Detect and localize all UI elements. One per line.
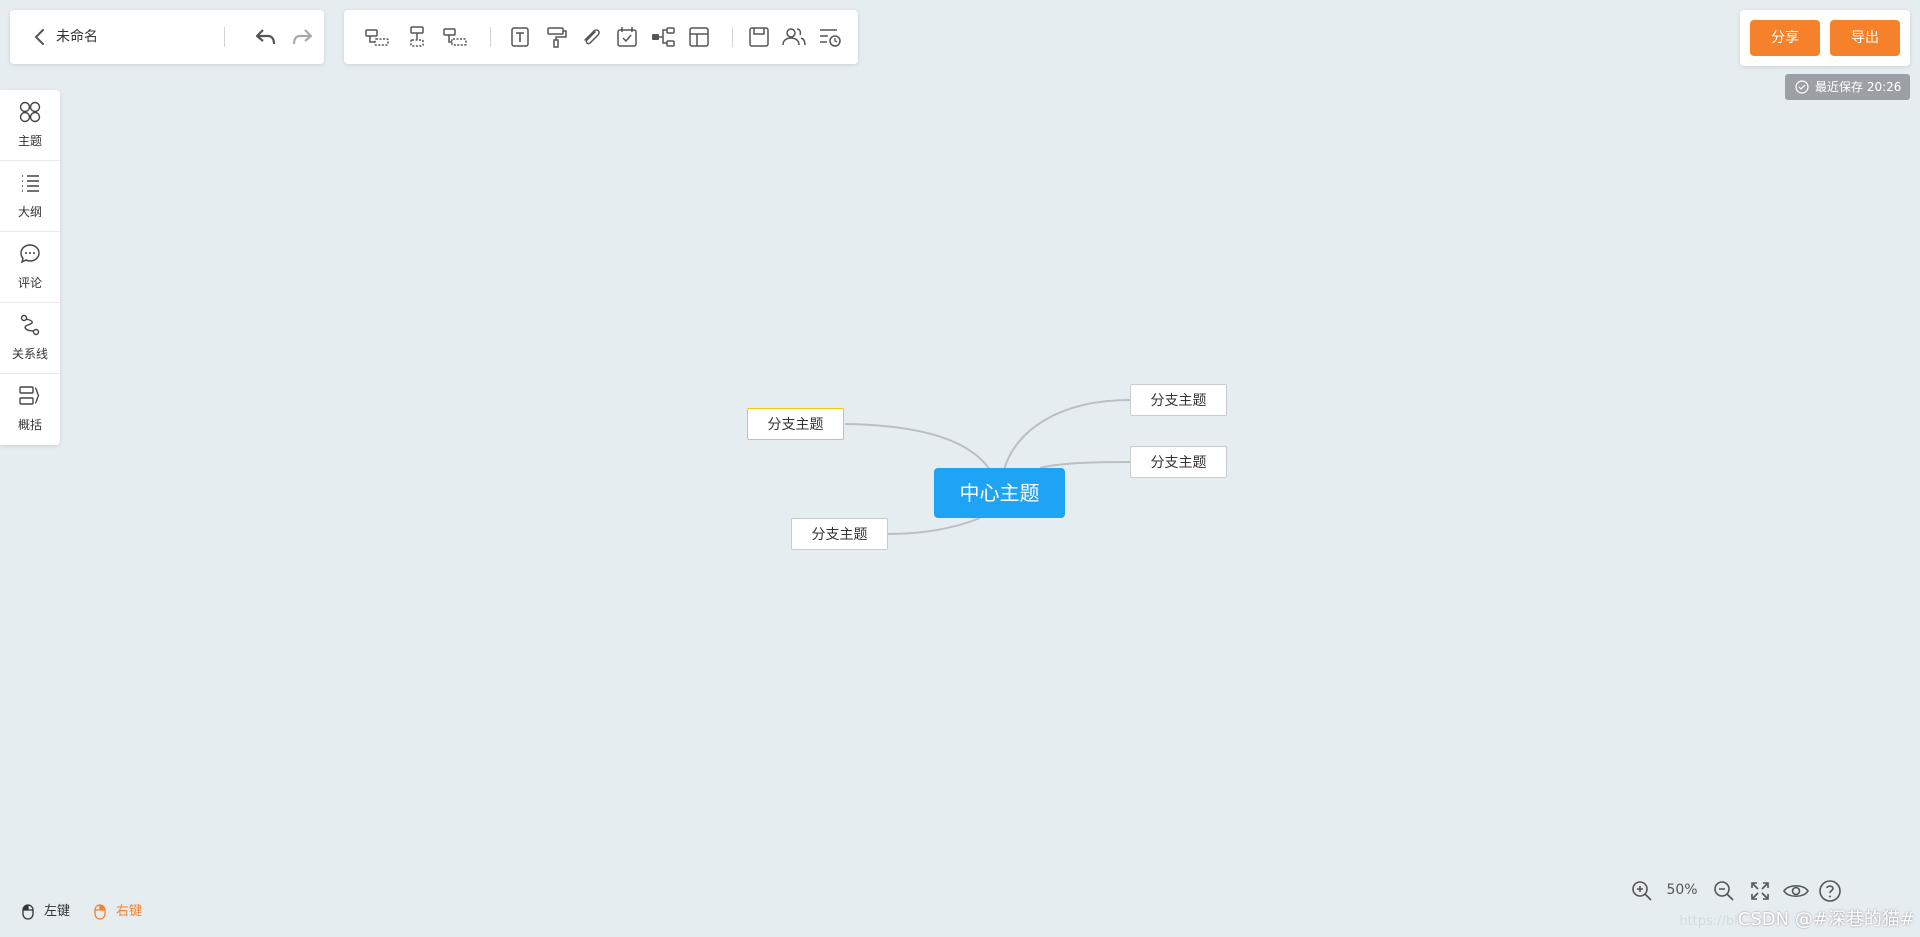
chevron-left-icon: [34, 29, 44, 45]
sidebar-item-summary[interactable]: 概括: [0, 374, 60, 444]
mouse-right-icon: [94, 904, 106, 920]
zoom-in-icon: [1632, 881, 1652, 901]
zoom-controls: 50%: [1630, 876, 1910, 906]
redo-button[interactable]: [290, 26, 314, 48]
save-icon: [749, 27, 769, 47]
sidebar-item-theme[interactable]: 主题: [0, 90, 60, 160]
export-button[interactable]: 导出: [1830, 20, 1900, 56]
fit-screen-icon: [1751, 882, 1769, 900]
divider: [732, 27, 733, 47]
fit-screen-button[interactable]: [1748, 879, 1772, 903]
save-button[interactable]: [746, 25, 772, 49]
branch-topic-node[interactable]: 分支主题: [747, 408, 844, 440]
format-painter-button[interactable]: [543, 25, 569, 49]
undo-icon: [255, 29, 276, 45]
relation-line-icon: [20, 314, 40, 336]
document-title[interactable]: 未命名: [56, 27, 98, 47]
connector-right-top: [1003, 399, 1131, 471]
eye-icon: [1783, 884, 1809, 898]
sidebar-item-label: 主题: [17, 134, 42, 148]
divider: [490, 27, 491, 47]
right-click-label: 右键: [116, 904, 143, 919]
insert-parent-icon: [443, 28, 467, 46]
summary-icon: [19, 386, 40, 405]
main-toolbar: [344, 10, 858, 64]
preview-button[interactable]: [1782, 879, 1810, 903]
help-button[interactable]: [1818, 879, 1842, 903]
insert-child-icon: [410, 26, 424, 47]
structure-button[interactable]: [650, 25, 676, 49]
save-status-badge: 最近保存 20:26: [1785, 74, 1910, 100]
sidebar-item-relation-line[interactable]: 关系线: [0, 303, 60, 373]
attachment-button[interactable]: [578, 25, 604, 49]
sidebar-item-outline[interactable]: 大纲: [0, 161, 60, 231]
redo-icon: [292, 29, 313, 45]
branch-topic-node[interactable]: 分支主题: [791, 518, 888, 550]
collaborate-icon: [782, 28, 806, 46]
mouse-left-icon: [22, 904, 34, 920]
structure-icon: [652, 27, 675, 47]
sidebar-item-label: 关系线: [11, 347, 48, 361]
left-click-label: 左键: [44, 904, 71, 919]
comment-icon: [20, 244, 40, 264]
collaborate-button[interactable]: [781, 25, 807, 49]
watermark-url: https://bl: [1679, 914, 1738, 929]
help-icon: [1819, 880, 1841, 902]
zoom-out-button[interactable]: [1712, 879, 1736, 903]
divider: [224, 27, 225, 47]
mindmap-canvas[interactable]: 中心主题 分支主题 分支主题 分支主题 分支主题: [0, 0, 1920, 937]
back-button[interactable]: [30, 27, 50, 47]
insert-sibling-icon: [365, 29, 389, 46]
theme-icon: [19, 101, 41, 123]
watermark: https://blCSDN @#深巷的猫#: [1670, 905, 1915, 931]
undo-button[interactable]: [254, 26, 278, 48]
share-button[interactable]: 分享: [1750, 20, 1820, 56]
connector-left-bottom: [887, 517, 981, 535]
branch-topic-node[interactable]: 分支主题: [1130, 384, 1227, 416]
sidebar-item-label: 评论: [17, 276, 42, 290]
layout-button[interactable]: [686, 25, 712, 49]
history-icon: [820, 29, 841, 47]
task-button[interactable]: [614, 25, 640, 49]
sidebar-item-label: 概括: [17, 418, 42, 432]
left-sidebar: 主题 大纲 评论 关系线 概括: [0, 90, 60, 445]
sidebar-item-label: 大纲: [17, 205, 42, 219]
layout-icon: [689, 27, 709, 47]
branch-topic-node[interactable]: 分支主题: [1130, 446, 1227, 478]
check-circle-icon: [1795, 80, 1809, 94]
actions-panel: 分享 导出: [1740, 10, 1910, 66]
connector-left-top: [844, 423, 991, 471]
text-button[interactable]: [507, 25, 533, 49]
zoom-in-button[interactable]: [1630, 879, 1654, 903]
save-status-text: 最近保存 20:26: [1815, 80, 1902, 94]
title-panel: 未命名: [10, 10, 324, 64]
insert-parent-button[interactable]: [442, 25, 468, 49]
history-button[interactable]: [817, 25, 843, 49]
sidebar-item-comment[interactable]: 评论: [0, 232, 60, 302]
text-icon: [511, 27, 529, 47]
watermark-text: CSDN @#深巷的猫#: [1737, 909, 1915, 930]
zoom-out-icon: [1714, 881, 1734, 901]
center-topic-node[interactable]: 中心主题: [934, 468, 1065, 518]
outline-icon: [22, 175, 39, 192]
insert-sibling-button[interactable]: [364, 25, 390, 49]
insert-child-button[interactable]: [404, 25, 430, 49]
task-icon: [617, 27, 637, 47]
attachment-icon: [584, 29, 600, 45]
format-painter-icon: [547, 27, 567, 48]
zoom-level: 50%: [1666, 882, 1698, 898]
